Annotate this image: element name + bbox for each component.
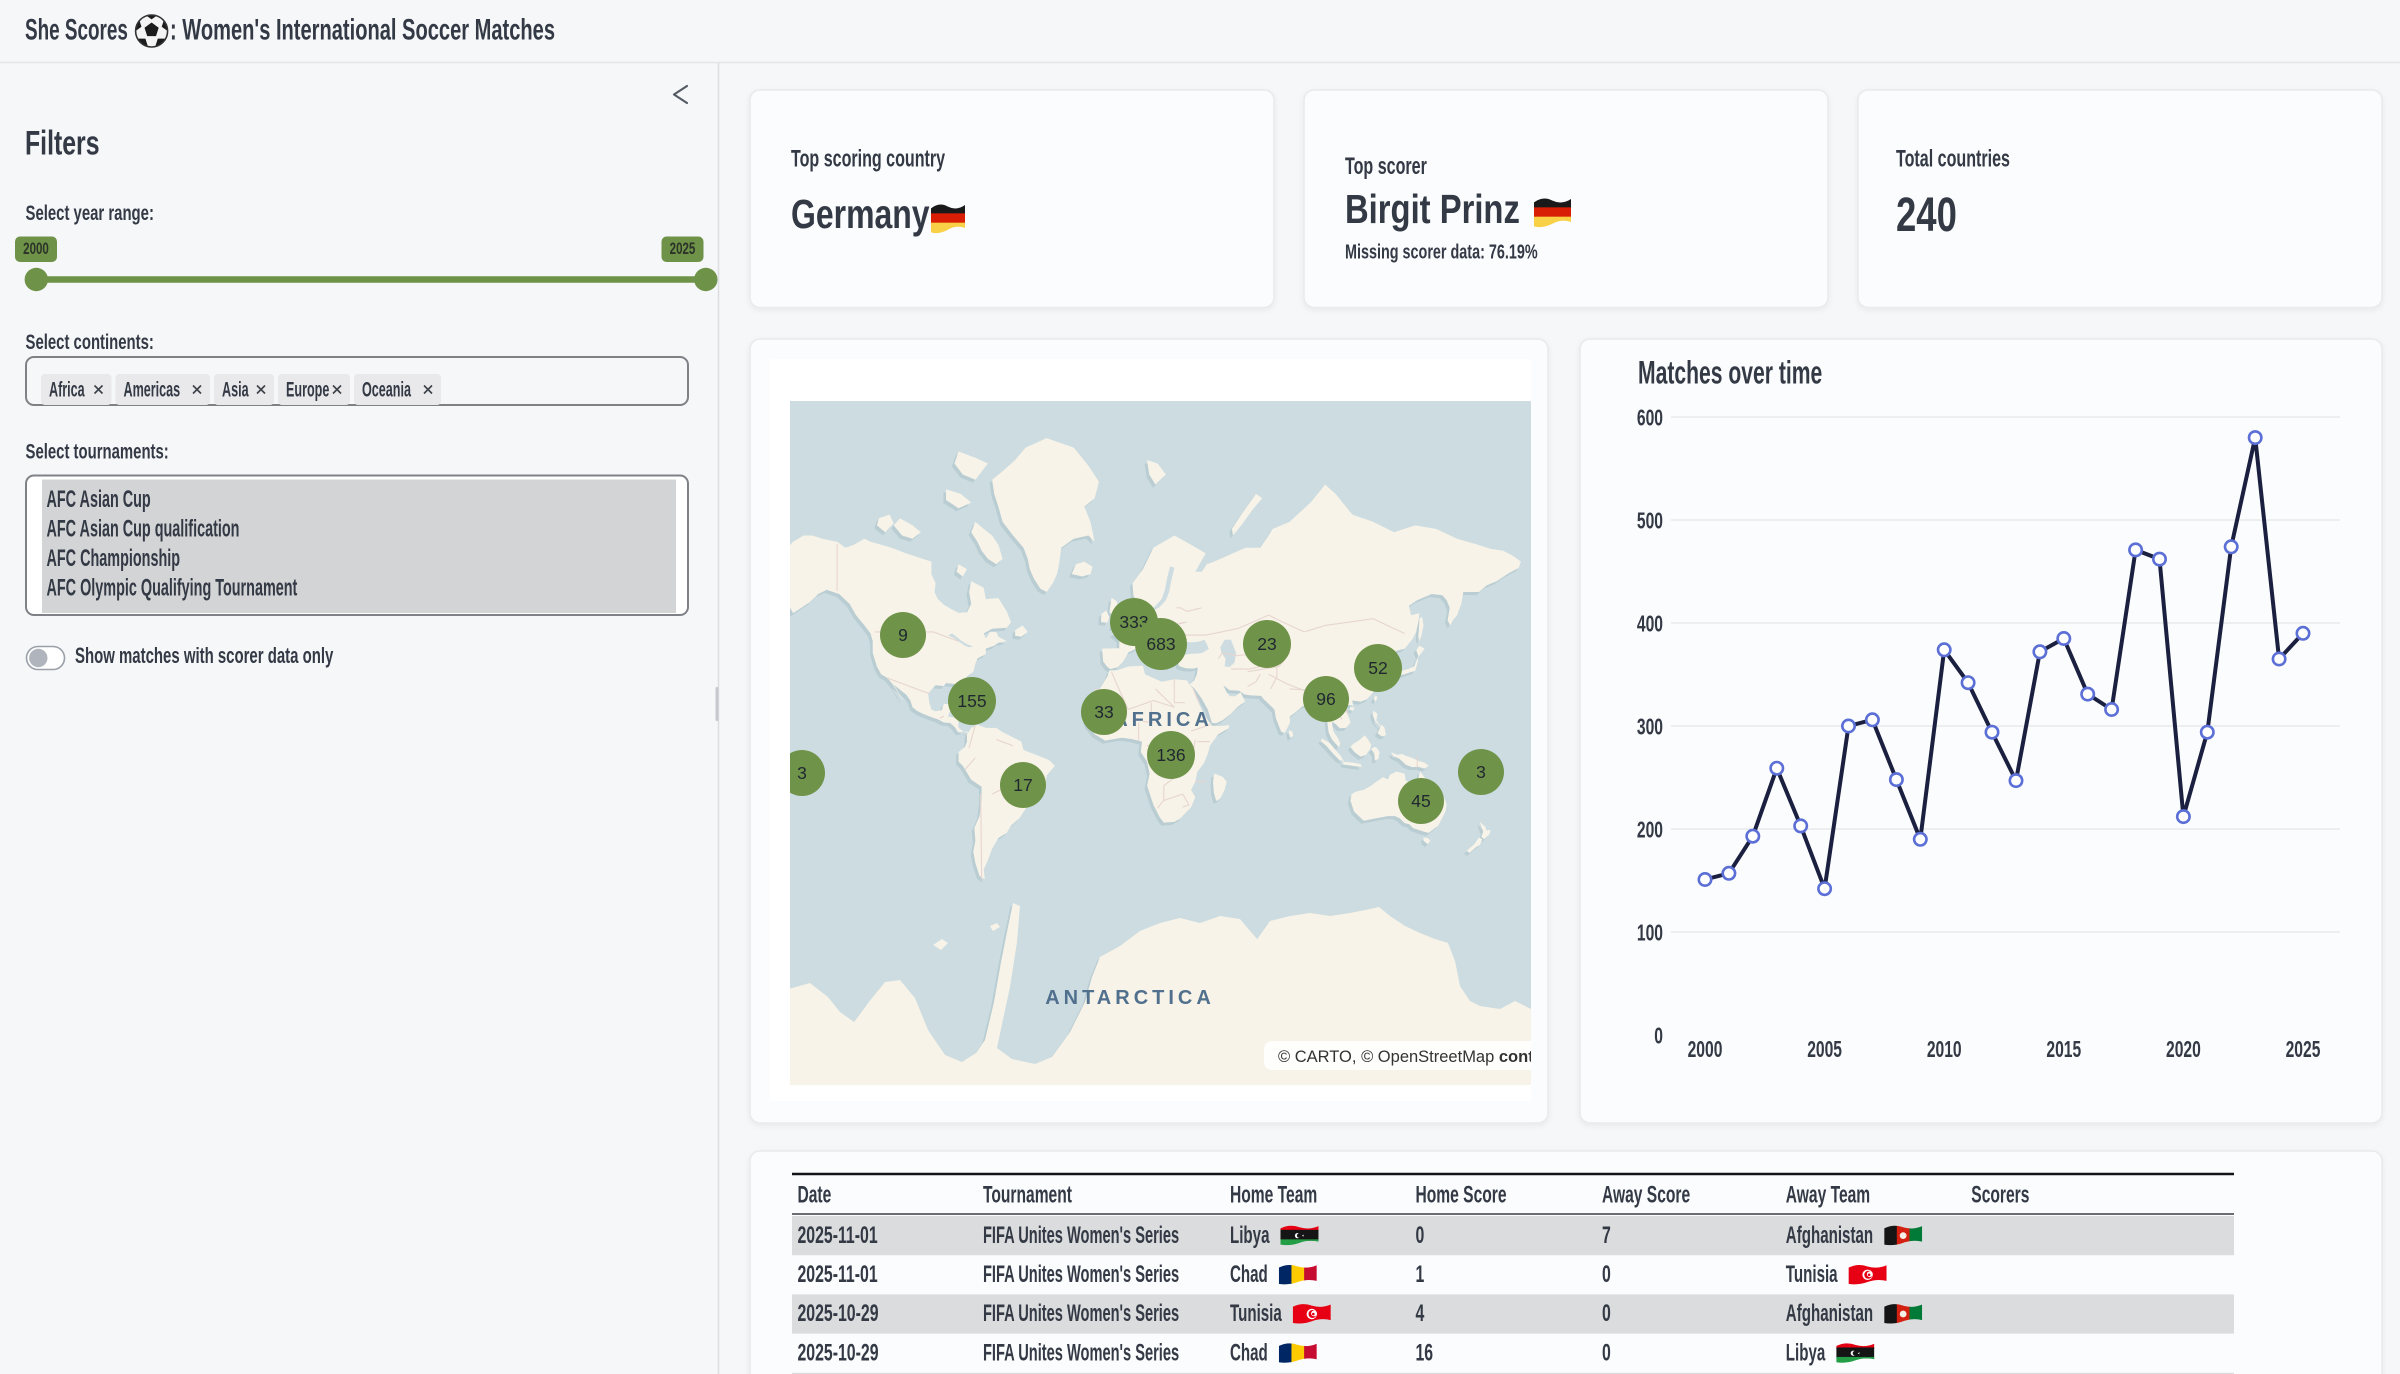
svg-text:Total countries: Total countries [1896,147,2010,173]
svg-text:Missing scorer data: 76.19%: Missing scorer data: 76.19% [1345,240,1538,263]
svg-text:2025-11-01: 2025-11-01 [798,1223,878,1249]
svg-text:Americas: Americas [124,377,181,401]
svg-text:Libya: Libya [1230,1223,1270,1249]
svg-text:AFC Asian Cup: AFC Asian Cup [47,486,151,513]
svg-text:2015: 2015 [2046,1037,2081,1063]
svg-text:Home Team: Home Team [1230,1182,1317,1208]
svg-text:Birgit Prinz: Birgit Prinz [1345,185,1520,231]
svg-text:FIFA Unites Women's Series: FIFA Unites Women's Series [983,1301,1179,1328]
svg-text:Matches over time: Matches over time [1638,354,1822,391]
svg-text:: Women's International Soccer: : Women's International Soccer Matches [170,14,555,47]
svg-text:1: 1 [1416,1262,1425,1288]
svg-text:2025-10-29: 2025-10-29 [798,1340,879,1366]
svg-text:0: 0 [1416,1223,1425,1249]
svg-text:Select year range:: Select year range: [26,201,154,224]
svg-text:Chad: Chad [1230,1340,1268,1366]
svg-text:7: 7 [1602,1223,1611,1249]
svg-text:33: 33 [1094,702,1113,722]
svg-text:0: 0 [1602,1262,1611,1288]
svg-text:2025: 2025 [670,240,696,259]
svg-text:Select continents:: Select continents: [26,330,154,353]
svg-text:155: 155 [957,691,986,711]
svg-text:Oceania: Oceania [362,377,411,401]
svg-text:Top scorer: Top scorer [1345,154,1427,180]
svg-text:2000: 2000 [23,240,49,259]
svg-text:0: 0 [1654,1023,1663,1049]
svg-text:2025-11-01: 2025-11-01 [798,1262,878,1288]
svg-text:240: 240 [1896,188,1957,242]
svg-text:2020: 2020 [2166,1037,2201,1063]
svg-text:Select tournaments:: Select tournaments: [26,440,169,463]
svg-text:96: 96 [1316,689,1335,709]
svg-text:Chad: Chad [1230,1262,1268,1288]
svg-text:23: 23 [1257,634,1276,654]
svg-text:AFC Asian Cup qualification: AFC Asian Cup qualification [47,516,240,543]
svg-text:9: 9 [898,625,908,645]
svg-text:ANTARCTICA: ANTARCTICA [1045,987,1215,1009]
svg-text:© CARTO, © OpenStreetMap contr: © CARTO, © OpenStreetMap contrib [1278,1048,1555,1066]
svg-text:She Scores: She Scores [25,13,128,47]
svg-text:16: 16 [1416,1340,1434,1366]
svg-text:Scorers: Scorers [1971,1182,2029,1208]
svg-text:100: 100 [1637,920,1663,946]
svg-text:300: 300 [1637,714,1663,740]
svg-text:2025-10-29: 2025-10-29 [798,1301,879,1327]
svg-text:45: 45 [1411,791,1430,811]
svg-text:Libya: Libya [1786,1340,1826,1366]
svg-text:Afghanistan: Afghanistan [1786,1301,1873,1327]
svg-text:683: 683 [1146,634,1175,654]
svg-text:FIFA Unites Women's Series: FIFA Unites Women's Series [983,1262,1179,1289]
svg-text:Away Score: Away Score [1602,1182,1690,1208]
svg-text:3: 3 [1476,762,1486,782]
svg-text:Afghanistan: Afghanistan [1786,1223,1873,1249]
svg-text:0: 0 [1602,1301,1611,1327]
svg-text:FIFA Unites Women's Series: FIFA Unites Women's Series [983,1340,1179,1367]
svg-text:400: 400 [1637,611,1663,637]
svg-text:2000: 2000 [1688,1037,1723,1063]
svg-text:Asia: Asia [222,377,249,401]
svg-text:0: 0 [1602,1340,1611,1366]
svg-text:600: 600 [1637,405,1663,431]
svg-text:Europe: Europe [286,377,330,401]
svg-text:Tunisia: Tunisia [1786,1262,1838,1288]
svg-text:52: 52 [1368,658,1387,678]
svg-text:500: 500 [1637,508,1663,534]
svg-text:Date: Date [798,1182,832,1208]
svg-text:4: 4 [1416,1301,1425,1327]
svg-text:3: 3 [797,763,807,783]
svg-text:Top scoring country: Top scoring country [791,147,946,173]
svg-text:AFC Championship: AFC Championship [47,545,181,572]
svg-text:Tunisia: Tunisia [1230,1301,1282,1327]
svg-text:Africa: Africa [49,377,85,401]
svg-text:Show matches with scorer data: Show matches with scorer data only [75,643,334,668]
svg-text:2025: 2025 [2286,1037,2321,1063]
svg-text:2005: 2005 [1807,1037,1842,1063]
svg-text:17: 17 [1013,775,1032,795]
svg-text:Home Score: Home Score [1416,1182,1507,1208]
svg-text:136: 136 [1156,745,1185,765]
svg-text:2010: 2010 [1927,1037,1962,1063]
svg-text:200: 200 [1637,817,1663,843]
svg-text:AFC Olympic Qualifying Tournam: AFC Olympic Qualifying Tournament [47,575,298,602]
svg-text:FIFA Unites Women's Series: FIFA Unites Women's Series [983,1222,1179,1249]
svg-text:AFRICA: AFRICA [1113,709,1213,731]
svg-text:Filters: Filters [25,125,100,163]
svg-text:Away Team: Away Team [1786,1182,1870,1208]
svg-text:Germany: Germany [791,191,930,237]
svg-text:Tournament: Tournament [983,1182,1072,1208]
